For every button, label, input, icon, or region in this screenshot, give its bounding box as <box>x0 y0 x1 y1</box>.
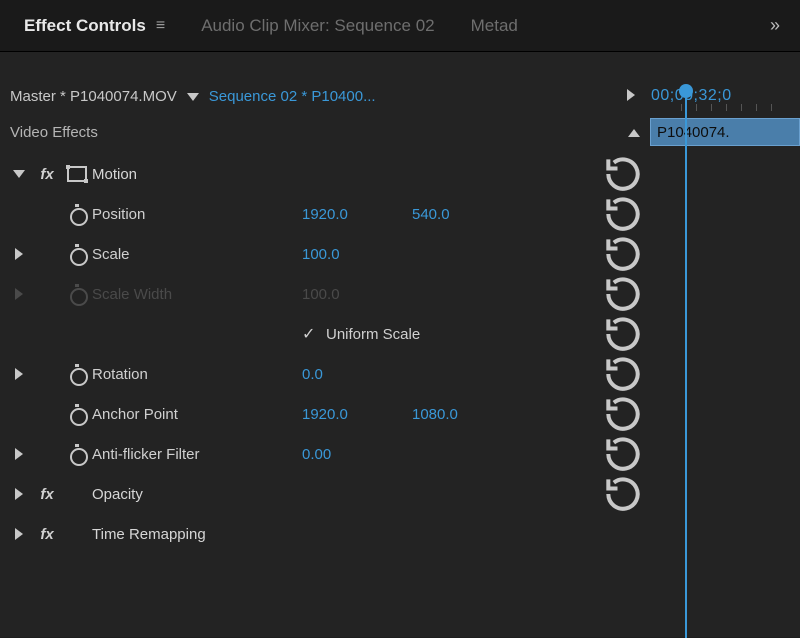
panel-menu-icon[interactable]: ≡ <box>156 17 165 35</box>
stopwatch-icon[interactable] <box>62 445 92 463</box>
playhead-line <box>685 98 687 638</box>
reset-button[interactable] <box>601 352 645 396</box>
tab-effect-controls[interactable]: Effect Controls ≡ <box>6 4 183 48</box>
stopwatch-icon <box>62 285 92 303</box>
property-label: Position <box>92 206 302 223</box>
mask-icon[interactable] <box>62 166 92 182</box>
tab-label: Audio Clip Mixer: Sequence 02 <box>201 16 434 36</box>
scale-width-value: 100.0 <box>302 286 412 303</box>
reset-button[interactable] <box>601 152 645 196</box>
property-label: Scale <box>92 246 302 263</box>
antiflicker-value[interactable]: 0.00 <box>302 446 412 463</box>
effect-opacity[interactable]: fx Opacity <box>0 474 800 514</box>
timeline-ticks <box>645 104 800 112</box>
property-anti-flicker: Anti-flicker Filter 0.00 <box>0 434 800 474</box>
source-dropdown-icon[interactable] <box>187 88 199 105</box>
property-scale: Scale 100.0 <box>0 234 800 274</box>
playhead-marker-icon[interactable] <box>679 84 693 98</box>
position-x-value[interactable]: 1920.0 <box>302 206 412 223</box>
expand-icon[interactable] <box>6 368 32 380</box>
reset-button[interactable] <box>601 272 645 316</box>
property-uniform-scale: ✓ Uniform Scale <box>0 314 800 354</box>
property-anchor-point: Anchor Point 1920.0 1080.0 <box>0 394 800 434</box>
property-label: Scale Width <box>92 286 302 303</box>
tab-label: Metad <box>471 16 518 36</box>
stopwatch-icon[interactable] <box>62 365 92 383</box>
anchor-y-value[interactable]: 1080.0 <box>412 406 522 423</box>
property-label: Rotation <box>92 366 302 383</box>
section-collapse-icon[interactable] <box>618 124 650 141</box>
reset-button[interactable] <box>601 432 645 476</box>
expand-icon[interactable] <box>6 448 32 460</box>
mini-timeline[interactable]: 00;00;32;0 <box>645 78 800 114</box>
clip-chip[interactable]: P1040074. <box>650 118 800 146</box>
expand-icon[interactable] <box>6 488 32 500</box>
expand-icon <box>6 288 32 300</box>
effect-label: Opacity <box>92 486 302 503</box>
stopwatch-icon[interactable] <box>62 405 92 423</box>
property-rotation: Rotation 0.0 <box>0 354 800 394</box>
uniform-scale-checkbox[interactable]: ✓ <box>302 324 326 344</box>
stopwatch-icon[interactable] <box>62 245 92 263</box>
effect-label: Time Remapping <box>92 526 302 543</box>
section-title: Video Effects <box>10 124 618 141</box>
fx-badge-icon[interactable]: fx <box>32 166 62 183</box>
expand-icon[interactable] <box>6 528 32 540</box>
panel-tabbar: Effect Controls ≡ Audio Clip Mixer: Sequ… <box>0 0 800 52</box>
source-row: Master * P1040074.MOV Sequence 02 * P104… <box>0 78 800 114</box>
property-position: Position 1920.0 540.0 <box>0 194 800 234</box>
fx-badge-icon[interactable]: fx <box>32 486 62 503</box>
reset-button[interactable] <box>601 232 645 276</box>
reset-button[interactable] <box>601 472 645 516</box>
stopwatch-icon[interactable] <box>62 205 92 223</box>
master-clip-label[interactable]: Master * P1040074.MOV <box>10 88 177 105</box>
sequence-clip-label[interactable]: Sequence 02 * P10400... <box>209 88 376 105</box>
expand-icon[interactable] <box>6 170 32 178</box>
anchor-x-value[interactable]: 1920.0 <box>302 406 412 423</box>
expand-icon[interactable] <box>6 248 32 260</box>
tab-metadata[interactable]: Metad <box>453 4 536 48</box>
reset-button[interactable] <box>601 192 645 236</box>
tab-label: Effect Controls <box>24 16 146 36</box>
property-label: Anti-flicker Filter <box>92 446 302 463</box>
fx-badge-icon[interactable]: fx <box>32 526 62 543</box>
reset-button[interactable] <box>601 392 645 436</box>
property-list: fx Motion Position 1920.0 540.0 Scale 10… <box>0 150 800 554</box>
property-scale-width: Scale Width 100.0 <box>0 274 800 314</box>
clip-chip-label: P1040074. <box>657 124 730 141</box>
rotation-value[interactable]: 0.0 <box>302 366 412 383</box>
uniform-scale-label: Uniform Scale <box>326 326 436 343</box>
reset-button[interactable] <box>601 312 645 356</box>
scale-value[interactable]: 100.0 <box>302 246 412 263</box>
video-effects-section: Video Effects P1040074. <box>0 114 800 150</box>
effect-time-remapping[interactable]: fx Time Remapping <box>0 514 800 554</box>
play-icon[interactable] <box>617 88 645 105</box>
property-label: Anchor Point <box>92 406 302 423</box>
tab-overflow-icon[interactable]: » <box>756 15 794 36</box>
effect-label: Motion <box>92 166 302 183</box>
effect-motion[interactable]: fx Motion <box>0 154 800 194</box>
position-y-value[interactable]: 540.0 <box>412 206 522 223</box>
tab-audio-clip-mixer[interactable]: Audio Clip Mixer: Sequence 02 <box>183 4 452 48</box>
